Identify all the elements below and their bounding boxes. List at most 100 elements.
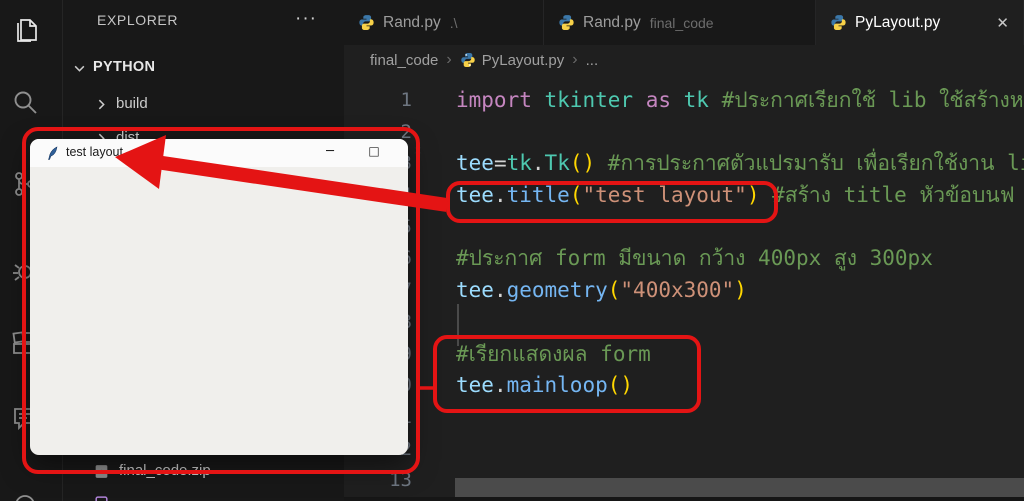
minimize-button[interactable]: ─ bbox=[321, 144, 339, 162]
code-text: tee.title("test layout") #สร้าง title หั… bbox=[412, 180, 1024, 212]
python-icon bbox=[830, 14, 847, 31]
tab-rand-py-1[interactable]: Rand.py .\ bbox=[344, 0, 544, 45]
code-line: 6#ประกาศ form มีขนาด กว้าง 400px สูง 300… bbox=[344, 243, 1024, 275]
vscode-window: final_code › PyLayout.py › ... 1 import t… bbox=[0, 0, 1024, 501]
code-token: tk bbox=[506, 151, 532, 176]
files-icon[interactable] bbox=[9, 14, 41, 46]
tree-item-build[interactable]: build bbox=[63, 91, 344, 118]
code-token: geometry bbox=[506, 278, 608, 303]
zip-file-icon bbox=[93, 463, 110, 480]
code-line: 1 import tkinter as tk #ประกาศเรียกใช้ li… bbox=[344, 85, 1024, 117]
code-token: mainloop bbox=[506, 373, 608, 398]
code-token: tee bbox=[456, 151, 494, 176]
code-token: title bbox=[506, 183, 570, 208]
code-token: #การประกาศตัวแปรมารับ เพื่อเรียกใช้งาน l… bbox=[607, 151, 1024, 176]
tree-item-final-code-zip[interactable]: final_code.zip bbox=[63, 458, 344, 485]
python-icon bbox=[460, 52, 476, 68]
code-line: 4tee.title("test layout") #สร้าง title ห… bbox=[344, 180, 1024, 212]
close-icon[interactable]: ✕ bbox=[982, 14, 1009, 32]
chevron-right-icon bbox=[95, 98, 108, 111]
python-icon bbox=[558, 14, 575, 31]
file-icon bbox=[93, 495, 110, 501]
tkinter-window: test layout ─ □ ✕ bbox=[30, 139, 423, 455]
code-line: 11 bbox=[344, 402, 1024, 434]
maximize-button[interactable]: □ bbox=[365, 144, 383, 162]
code-editor[interactable]: 1 import tkinter as tk #ประกาศเรียกใช้ li… bbox=[344, 85, 1024, 501]
tree-item-partial[interactable] bbox=[63, 490, 344, 501]
code-token: as bbox=[645, 88, 671, 112]
code-token: . bbox=[493, 373, 507, 398]
section-python[interactable]: PYTHON bbox=[63, 56, 344, 82]
tab-rand-py-2[interactable]: Rand.py final_code bbox=[544, 0, 816, 45]
code-text: tee=tk.Tk() #การประกาศตัวแปรมารับ เพื่อเ… bbox=[412, 148, 1024, 180]
code-token: ) bbox=[746, 183, 760, 208]
tk-feather-icon bbox=[46, 146, 59, 161]
editor-guide-line bbox=[457, 304, 459, 346]
breadcrumb-symbols[interactable]: ... bbox=[586, 52, 599, 69]
code-line: 5 bbox=[344, 212, 1024, 244]
breadcrumb-folder[interactable]: final_code bbox=[370, 52, 438, 69]
tree-item-label: final_code.zip bbox=[119, 462, 211, 479]
code-token: = bbox=[493, 151, 507, 176]
tkinter-title-bar[interactable]: test layout ─ □ ✕ bbox=[30, 139, 423, 167]
code-text: import tkinter as tk #ประกาศเรียกใช้ lib… bbox=[412, 85, 1024, 117]
code-token: tee bbox=[456, 278, 494, 303]
code-token: () bbox=[607, 373, 634, 398]
code-token: Tk bbox=[544, 151, 570, 176]
tab-bar: Rand.py .\ Rand.py final_code PyLayout.p… bbox=[344, 0, 1024, 45]
tab-label: PyLayout.py bbox=[855, 13, 941, 31]
tab-pylayout-py[interactable]: PyLayout.py ✕ bbox=[816, 0, 1024, 45]
code-line: 7tee.geometry("400x300") bbox=[344, 275, 1024, 307]
breadcrumb-separator: › bbox=[572, 51, 578, 68]
code-line: 2 bbox=[344, 117, 1024, 149]
horizontal-scrollbar[interactable] bbox=[455, 478, 1024, 497]
python-icon bbox=[358, 14, 375, 31]
code-text: #ประกาศ form มีขนาด กว้าง 400px สูง 300p… bbox=[412, 243, 1024, 275]
code-token: #เรียกแสดงผล form bbox=[456, 341, 651, 366]
tkinter-window-title: test layout bbox=[66, 145, 123, 159]
tab-detail: .\ bbox=[449, 14, 458, 31]
section-label: PYTHON bbox=[93, 59, 156, 75]
code-text: tee.geometry("400x300") bbox=[412, 275, 1024, 307]
breadcrumb-file[interactable]: PyLayout.py bbox=[482, 52, 565, 69]
code-token: tk bbox=[683, 88, 709, 112]
line-number: 13 bbox=[389, 469, 412, 492]
code-token: "400x300" bbox=[620, 278, 735, 303]
explorer-title: EXPLORER bbox=[97, 12, 179, 28]
tab-label: Rand.py bbox=[583, 13, 641, 31]
code-token: "test layout" bbox=[582, 183, 747, 208]
search-icon[interactable] bbox=[9, 86, 41, 118]
close-button[interactable]: ✕ bbox=[409, 144, 427, 162]
code-token: ( bbox=[569, 183, 583, 208]
breadcrumb[interactable]: final_code › PyLayout.py › ... bbox=[344, 45, 1024, 75]
code-token: . bbox=[531, 151, 545, 176]
tab-label: Rand.py bbox=[383, 13, 441, 31]
code-line: 12 bbox=[344, 434, 1024, 466]
code-token: #สร้าง title หัวข้อบนฟ bbox=[772, 183, 1015, 208]
code-token: #ประกาศ form มีขนาด กว้าง 400px สูง 300p… bbox=[456, 246, 933, 271]
code-token: #ประกาศเรียกใช้ lib ใช้สร้างห bbox=[721, 88, 1024, 112]
code-token: import bbox=[456, 88, 532, 112]
code-token: () bbox=[569, 151, 596, 176]
line-number: 1 bbox=[400, 89, 412, 111]
code-line: 9#เรียกแสดงผล form bbox=[344, 339, 1024, 371]
code-token: ) bbox=[734, 278, 747, 303]
profile-icon[interactable] bbox=[9, 480, 41, 501]
code-token: . bbox=[493, 278, 507, 303]
code-token: . bbox=[493, 183, 507, 208]
more-actions-icon[interactable]: ··· bbox=[295, 8, 317, 30]
code-line: 8 bbox=[344, 307, 1024, 339]
code-token: tee bbox=[456, 183, 494, 208]
chevron-down-icon bbox=[73, 62, 86, 75]
